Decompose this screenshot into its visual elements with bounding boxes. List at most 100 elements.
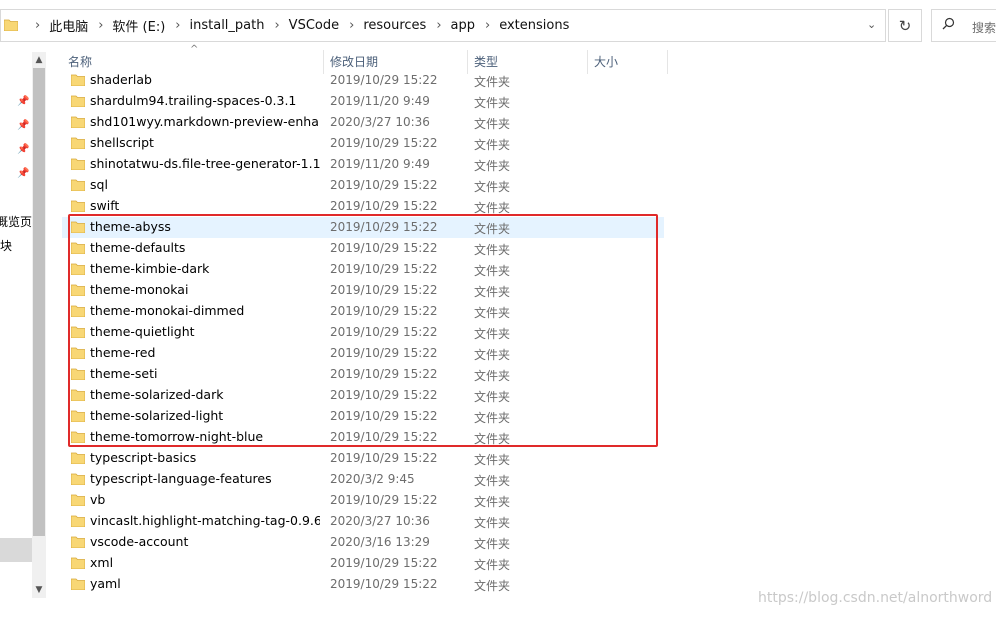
chevron-right-icon[interactable]: › — [349, 18, 354, 33]
breadcrumb-item[interactable]: 此电脑 — [49, 16, 88, 35]
breadcrumb: › 此电脑 › 软件 (E:) › install_path › VSCode … — [25, 10, 569, 41]
scroll-up-icon[interactable]: ▲ — [32, 52, 46, 68]
search-input[interactable]: 搜索 — [972, 19, 996, 36]
chevron-right-icon[interactable]: › — [98, 18, 103, 33]
pin-icon[interactable]: 📌 — [17, 168, 29, 179]
watermark: https://blog.csdn.net/alnorthword — [758, 590, 993, 606]
file-type: 文件夹 — [474, 117, 511, 131]
scrollbar-thumb[interactable] — [33, 68, 45, 536]
chevron-right-icon[interactable]: › — [274, 18, 279, 33]
folder-icon — [70, 95, 86, 110]
folder-icon — [70, 452, 86, 467]
navigation-pane: 📌 📌 📌 📌 概览页 模块 — [0, 52, 32, 612]
folder-icon — [70, 557, 86, 572]
chevron-down-icon[interactable]: ⌄ — [867, 18, 876, 31]
file-name[interactable]: shardulm94.trailing-spaces-0.3.1 — [90, 93, 320, 108]
chevron-right-icon[interactable]: › — [436, 18, 441, 33]
file-date: 2020/3/27 10:36 — [330, 514, 430, 528]
file-type: 文件夹 — [474, 138, 511, 152]
nav-item-selected[interactable] — [0, 538, 32, 562]
file-date: 2019/10/29 15:22 — [330, 577, 438, 591]
file-row[interactable]: shaderlab 2019/10/29 15:22 文件夹 — [62, 70, 672, 91]
folder-icon — [70, 494, 86, 509]
file-row[interactable]: vscode-account 2020/3/16 13:29 文件夹 — [62, 532, 672, 553]
chevron-right-icon[interactable]: › — [485, 18, 490, 33]
file-type: 文件夹 — [474, 579, 511, 593]
file-row[interactable]: vb 2019/10/29 15:22 文件夹 — [62, 490, 672, 511]
file-name[interactable]: shd101wyy.markdown-preview-enha... — [90, 114, 320, 129]
file-date: 2019/10/29 15:22 — [330, 556, 438, 570]
file-date: 2019/11/20 9:49 — [330, 94, 430, 108]
breadcrumb-item[interactable]: app — [451, 18, 475, 33]
file-row[interactable]: shinotatwu-ds.file-tree-generator-1.1.1 2… — [62, 154, 672, 175]
file-name[interactable]: shellscript — [90, 135, 320, 150]
file-date: 2019/10/29 15:22 — [330, 451, 438, 465]
address-bar[interactable]: › 此电脑 › 软件 (E:) › install_path › VSCode … — [0, 9, 886, 42]
file-date: 2019/10/29 15:22 — [330, 178, 438, 192]
file-row[interactable]: typescript-basics 2019/10/29 15:22 文件夹 — [62, 448, 672, 469]
file-date: 2019/10/29 15:22 — [330, 199, 438, 213]
file-type: 文件夹 — [474, 558, 511, 572]
folder-icon — [70, 515, 86, 530]
file-date: 2020/3/27 10:36 — [330, 115, 430, 129]
file-date: 2019/11/20 9:49 — [330, 157, 430, 171]
breadcrumb-item[interactable]: resources — [363, 18, 426, 33]
file-row[interactable]: yaml 2019/10/29 15:22 文件夹 — [62, 574, 672, 595]
search-icon — [942, 17, 955, 34]
folder-icon — [70, 74, 86, 89]
file-type: 文件夹 — [474, 180, 511, 194]
file-type: 文件夹 — [474, 516, 511, 530]
file-name[interactable]: vb — [90, 492, 320, 507]
file-name[interactable]: vincaslt.highlight-matching-tag-0.9.6 — [90, 513, 320, 528]
file-type: 文件夹 — [474, 159, 511, 173]
file-type: 文件夹 — [474, 537, 511, 551]
file-name[interactable]: vscode-account — [90, 534, 320, 549]
file-row[interactable]: shardulm94.trailing-spaces-0.3.1 2019/11/… — [62, 91, 672, 112]
file-name[interactable]: typescript-basics — [90, 450, 320, 465]
breadcrumb-item[interactable]: install_path — [190, 18, 265, 33]
refresh-button[interactable]: ↻ — [888, 9, 922, 42]
file-name[interactable]: shaderlab — [90, 72, 320, 87]
file-type: 文件夹 — [474, 495, 511, 509]
pin-icon[interactable]: 📌 — [17, 96, 29, 107]
pin-icon[interactable]: 📌 — [17, 144, 29, 155]
folder-icon — [70, 578, 86, 593]
search-box[interactable]: 搜索 — [931, 9, 996, 42]
scroll-down-icon[interactable]: ▼ — [32, 582, 46, 598]
file-row[interactable]: shellscript 2019/10/29 15:22 文件夹 — [62, 133, 672, 154]
file-name[interactable]: shinotatwu-ds.file-tree-generator-1.1.1 — [90, 156, 320, 171]
folder-icon — [70, 473, 86, 488]
nav-item[interactable]: 模块 — [0, 237, 32, 254]
file-name[interactable]: swift — [90, 198, 320, 213]
folder-icon — [70, 179, 86, 194]
file-type: 文件夹 — [474, 453, 511, 467]
folder-icon — [70, 536, 86, 551]
breadcrumb-item[interactable]: extensions — [499, 18, 569, 33]
file-name[interactable]: xml — [90, 555, 320, 570]
file-date: 2020/3/16 13:29 — [330, 535, 430, 549]
file-row[interactable]: shd101wyy.markdown-preview-enha... 2020/3… — [62, 112, 672, 133]
chevron-right-icon[interactable]: › — [35, 18, 40, 33]
annotation-highlight-box — [68, 214, 658, 447]
breadcrumb-item[interactable]: VSCode — [289, 18, 339, 33]
folder-icon — [70, 116, 86, 131]
file-type: 文件夹 — [474, 96, 511, 110]
folder-icon — [70, 137, 86, 152]
file-name[interactable]: typescript-language-features — [90, 471, 320, 486]
file-name[interactable]: yaml — [90, 576, 320, 591]
chevron-right-icon[interactable]: › — [175, 18, 180, 33]
file-date: 2020/3/2 9:45 — [330, 472, 415, 486]
file-row[interactable]: vincaslt.highlight-matching-tag-0.9.6 202… — [62, 511, 672, 532]
file-row[interactable]: typescript-language-features 2020/3/2 9:4… — [62, 469, 672, 490]
file-type: 文件夹 — [474, 75, 511, 89]
breadcrumb-item[interactable]: 软件 (E:) — [112, 16, 165, 35]
file-row[interactable]: sql 2019/10/29 15:22 文件夹 — [62, 175, 672, 196]
folder-icon — [3, 19, 19, 34]
file-name[interactable]: sql — [90, 177, 320, 192]
file-row[interactable]: xml 2019/10/29 15:22 文件夹 — [62, 553, 672, 574]
vertical-scrollbar[interactable]: ▲ ▼ — [32, 52, 46, 598]
pin-icon[interactable]: 📌 — [17, 120, 29, 131]
nav-item[interactable]: 概览页 — [0, 213, 32, 230]
refresh-icon: ↻ — [898, 16, 912, 35]
file-date: 2019/10/29 15:22 — [330, 73, 438, 87]
